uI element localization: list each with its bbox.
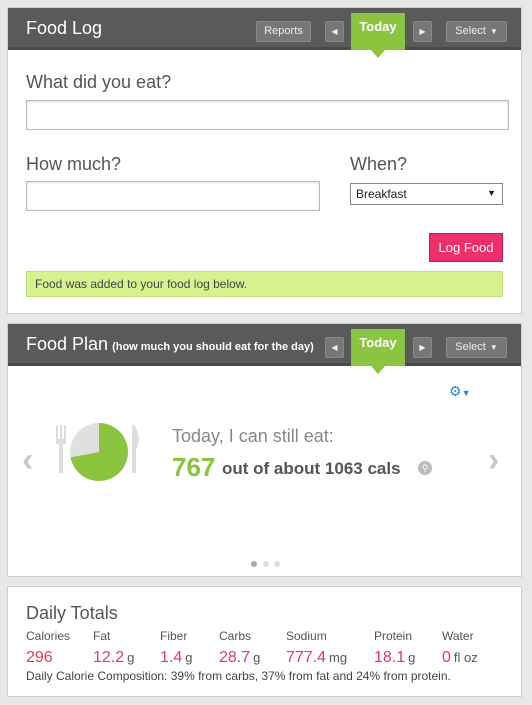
plate-pie-icon	[56, 423, 139, 481]
totals-label: Calories	[26, 629, 71, 643]
prev-day-button[interactable]: ◀	[325, 21, 344, 42]
calories-text: out of about 1063 cals	[222, 459, 401, 478]
chevron-left-icon: ◀	[331, 27, 338, 36]
totals-value: 12.2	[93, 649, 125, 666]
select-dropdown[interactable]: Select ▼	[446, 337, 507, 358]
food-plan-panel: Food Plan (how much you should eat for th…	[7, 323, 522, 577]
calorie-composition: Daily Calorie Composition: 39% from carb…	[26, 669, 451, 683]
totals-unit: g	[185, 650, 193, 665]
totals-value-wrap: 777.4 mg	[286, 649, 347, 667]
caret-down-icon: ▼	[489, 27, 498, 36]
next-day-button[interactable]: ▶	[413, 21, 432, 42]
totals-value-wrap: 296	[26, 649, 70, 667]
totals-unit: g	[253, 650, 261, 665]
carousel-dot[interactable]	[251, 561, 257, 567]
totals-value: 18.1	[374, 649, 406, 666]
food-log-header: Food Log Reports ◀ Today ▶ Select ▼	[8, 8, 521, 58]
today-tab[interactable]: Today	[351, 329, 405, 374]
select-label: Select	[455, 341, 486, 353]
totals-value: 0	[442, 649, 451, 666]
totals-unit: mg	[329, 650, 348, 665]
totals-fiber: Fiber 1.4 g	[160, 629, 192, 667]
food-log-title: Food Log	[26, 18, 103, 38]
carousel-next-icon[interactable]: ›	[488, 441, 499, 480]
amount-input[interactable]	[26, 181, 320, 211]
totals-label: Fiber	[160, 629, 188, 643]
totals-unit: g	[408, 650, 416, 665]
totals-unit: fl oz	[453, 650, 478, 665]
food-plan-title-wrap: Food Plan (how much you should eat for th…	[26, 334, 314, 355]
totals-carbs: Carbs 28.7 g	[219, 629, 260, 667]
totals-value: 296	[26, 649, 53, 666]
totals-value-wrap: 18.1 g	[374, 649, 415, 667]
totals-value: 1.4	[160, 649, 183, 666]
prev-day-button[interactable]: ◀	[325, 337, 344, 358]
knife-icon	[132, 425, 139, 473]
totals-label: Sodium	[286, 629, 327, 643]
success-notice: Food was added to your food log below.	[26, 271, 503, 297]
next-day-button[interactable]: ▶	[413, 337, 432, 358]
select-dropdown[interactable]: Select ▼	[446, 21, 507, 42]
totals-label: Water	[442, 629, 474, 643]
when-label: When?	[350, 154, 408, 174]
meal-select[interactable]: Breakfast ▼	[350, 183, 503, 205]
chevron-right-icon: ▶	[419, 27, 426, 36]
totals-unit: g	[127, 650, 135, 665]
select-label: Select	[455, 25, 486, 37]
totals-label: Protein	[374, 629, 413, 643]
totals-value-wrap: 12.2 g	[93, 649, 134, 667]
carousel-dot[interactable]	[263, 561, 269, 567]
totals-value: 28.7	[219, 649, 251, 666]
daily-totals-panel: Daily Totals Calories 296 Fat 12.2 g Fibe…	[7, 586, 522, 697]
today-tab[interactable]: Today	[351, 13, 405, 58]
totals-value: 777.4	[286, 649, 327, 666]
gear-icon[interactable]: ⚙▼	[449, 383, 470, 400]
caret-down-icon: ▼	[489, 343, 498, 352]
reports-button[interactable]: Reports	[256, 21, 311, 42]
totals-value-wrap: 28.7 g	[219, 649, 260, 667]
food-plan-header: Food Plan (how much you should eat for th…	[8, 324, 521, 374]
meal-select-value: Breakfast	[356, 187, 407, 201]
food-search-input[interactable]	[26, 100, 509, 130]
totals-value-wrap: 0 fl oz	[442, 649, 478, 667]
totals-fat: Fat 12.2 g	[93, 629, 134, 667]
totals-value-wrap: 1.4 g	[160, 649, 192, 667]
what-label: What did you eat?	[26, 72, 172, 92]
how-much-label: How much?	[26, 154, 122, 174]
carousel-prev-icon[interactable]: ‹	[22, 441, 33, 480]
food-plan-subtitle: (how much you should eat for the day)	[112, 341, 314, 353]
calories-left: 767	[172, 452, 216, 482]
log-food-button[interactable]: Log Food	[429, 233, 503, 262]
totals-label: Carbs	[219, 629, 252, 643]
caret-down-icon: ▼	[487, 188, 496, 198]
fork-icon	[56, 425, 66, 473]
search-icon[interactable]: ⚲	[418, 461, 432, 475]
totals-water: Water 0 fl oz	[442, 629, 478, 667]
chevron-left-icon: ◀	[331, 343, 338, 352]
totals-sodium: Sodium 777.4 mg	[286, 629, 347, 667]
totals-calories: Calories 296	[26, 629, 70, 667]
chevron-right-icon: ▶	[419, 343, 426, 352]
food-plan-title: Food Plan	[26, 334, 109, 354]
daily-totals-title: Daily Totals	[26, 603, 118, 623]
totals-label: Fat	[93, 629, 111, 643]
totals-protein: Protein 18.1 g	[374, 629, 415, 667]
eat-label: Today, I can still eat:	[172, 426, 334, 446]
carousel-dot[interactable]	[274, 561, 280, 567]
food-log-panel: Food Log Reports ◀ Today ▶ Select ▼ What …	[7, 7, 522, 314]
